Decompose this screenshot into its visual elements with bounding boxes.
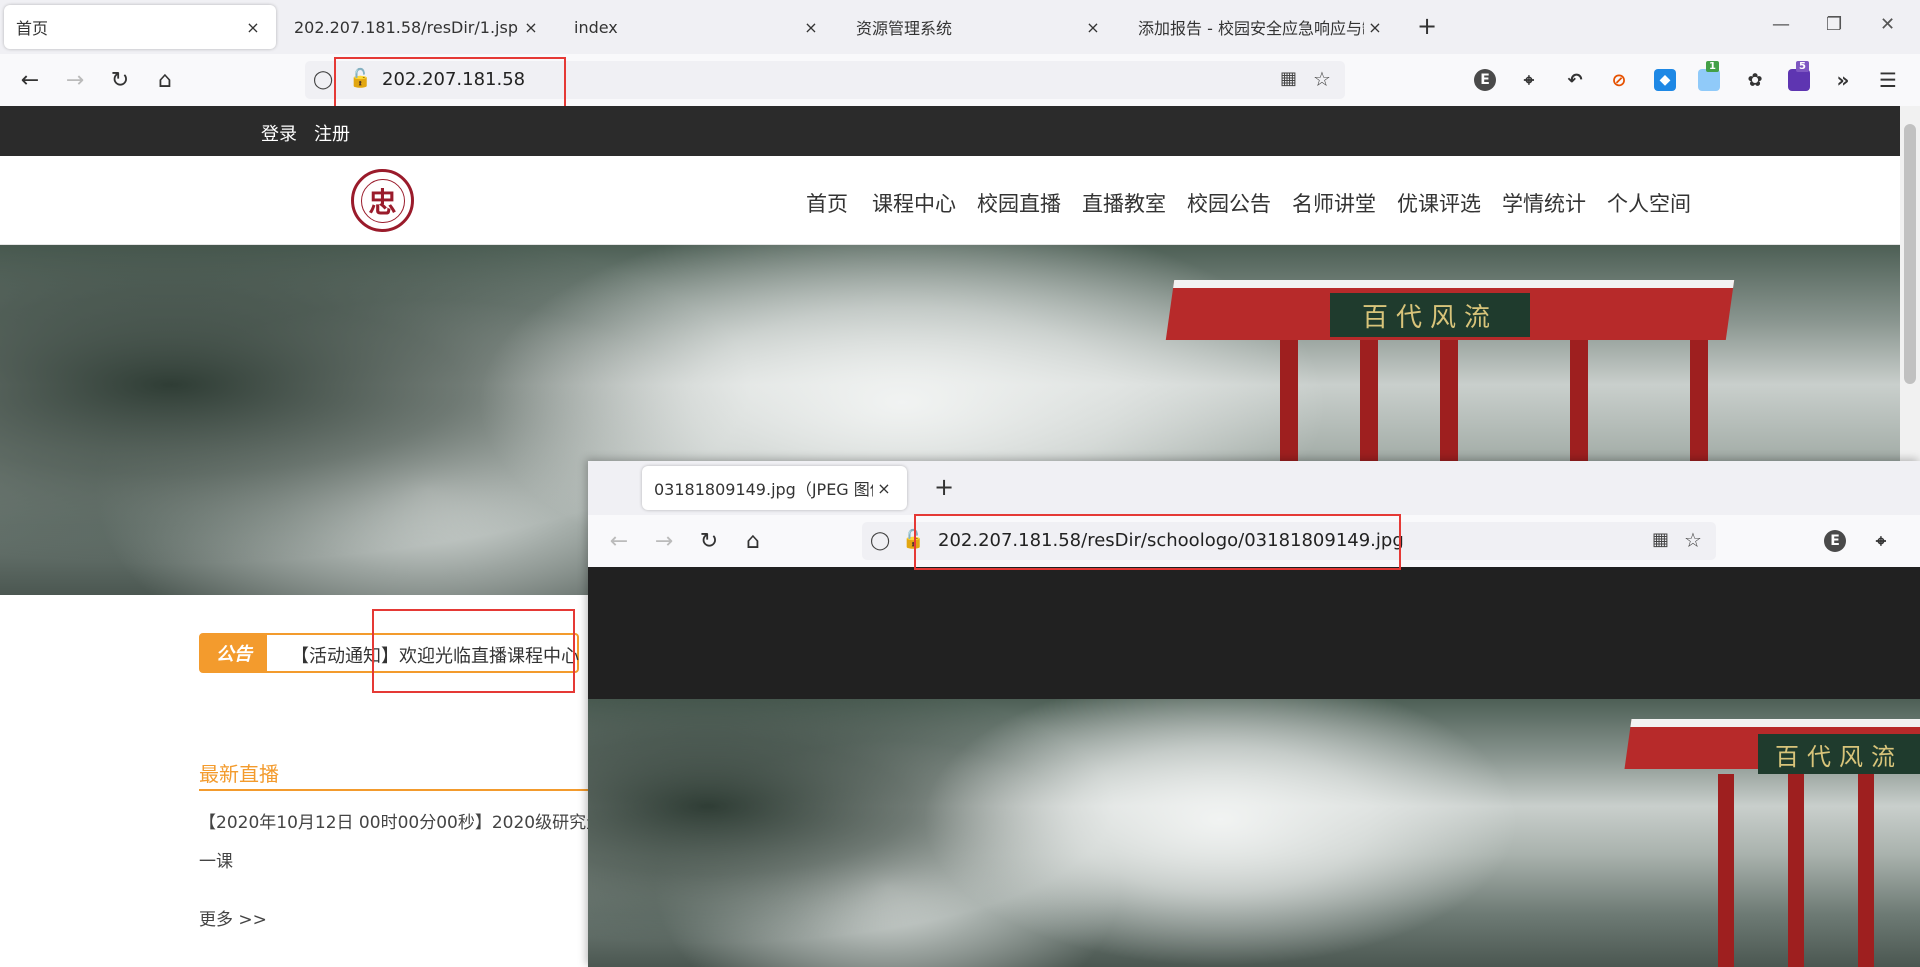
extension-badge: 5 xyxy=(1796,61,1809,72)
tab-strip: 首页 × 202.207.181.58/resDir/1.jsp × index… xyxy=(0,0,1920,54)
school-logo-image[interactable]: 百代风流 xyxy=(588,699,1920,967)
back-icon[interactable]: ← xyxy=(604,526,634,556)
section-divider xyxy=(199,789,589,791)
tab-resource-mgmt[interactable]: 资源管理系统 × xyxy=(844,5,1116,49)
nav-home[interactable]: 首页 xyxy=(806,188,848,218)
nav-famous-teachers[interactable]: 名师讲堂 xyxy=(1292,188,1376,218)
highlight-box-image-url xyxy=(914,514,1401,570)
tab-jsp[interactable]: 202.207.181.58/resDir/1.jsp × xyxy=(282,5,554,49)
image-viewer-canvas: 百代风流 xyxy=(588,567,1920,967)
notice-label: 公告 xyxy=(201,635,267,671)
pavilion-pillar xyxy=(1788,774,1804,967)
register-link[interactable]: 注册 xyxy=(314,120,350,146)
undo-icon[interactable]: ↶ xyxy=(1564,69,1586,91)
forward-icon[interactable]: → xyxy=(649,526,679,556)
qr-code-icon[interactable]: ▦ xyxy=(1652,529,1669,550)
close-tab-icon[interactable]: × xyxy=(1364,18,1386,37)
shield-icon[interactable]: ◯ xyxy=(870,530,890,551)
qr-code-icon[interactable]: ▦ xyxy=(1280,68,1297,89)
scrollbar-thumb[interactable] xyxy=(1904,124,1916,384)
nav-course-center[interactable]: 课程中心 xyxy=(872,188,956,218)
tab-jpeg-image[interactable]: 03181809149.jpg（JPEG 图像，19 × xyxy=(642,466,907,510)
cube-icon[interactable]: ◆ xyxy=(1654,69,1676,91)
tab-title: 资源管理系统 xyxy=(856,19,953,38)
extension-e-icon[interactable]: E xyxy=(1824,530,1846,552)
nav-live-classroom[interactable]: 直播教室 xyxy=(1082,188,1166,218)
navigation-toolbar: ← → ↻ ⌂ ◯ 🔓 202.207.181.58 ▦ ☆ E ⌖ ↶ ⊘ ◆… xyxy=(0,54,1920,106)
purple-extension-icon[interactable]: 5 xyxy=(1788,61,1810,91)
banner-snow xyxy=(921,699,1521,967)
crop-icon[interactable]: ⌖ xyxy=(1870,530,1892,552)
highlight-box-notice xyxy=(372,609,575,693)
live-item-line1[interactable]: 【2020年10月12日 00时00分00秒】2020级研究生 xyxy=(199,808,603,833)
back-icon[interactable]: ← xyxy=(15,65,45,95)
tab-title: 202.207.181.58/resDir/1.jsp xyxy=(294,17,518,37)
home-icon[interactable]: ⌂ xyxy=(150,65,180,95)
forward-icon[interactable]: → xyxy=(60,65,90,95)
nav-course-selection[interactable]: 优课评选 xyxy=(1397,188,1481,218)
minimize-icon[interactable]: — xyxy=(1772,14,1790,35)
window2-tab-strip: 03181809149.jpg（JPEG 图像，19 × + xyxy=(588,461,1920,515)
close-tab-icon[interactable]: × xyxy=(242,18,264,37)
site-navigation: 首页 课程中心 校园直播 直播教室 校园公告 名师讲堂 优课评选 学情统计 个人… xyxy=(0,156,1900,245)
restore-icon[interactable]: ❐ xyxy=(1826,14,1842,35)
bookmark-star-icon[interactable]: ☆ xyxy=(1313,67,1331,91)
shield-icon[interactable]: ◯ xyxy=(313,69,333,90)
nav-campus-live[interactable]: 校园直播 xyxy=(977,188,1061,218)
tab-index[interactable]: index × xyxy=(562,5,834,49)
nav-learning-stats[interactable]: 学情统计 xyxy=(1502,188,1586,218)
bookmark-star-icon[interactable]: ☆ xyxy=(1684,528,1702,552)
tab-home[interactable]: 首页 × xyxy=(4,5,276,49)
new-tab-button[interactable]: + xyxy=(1417,12,1437,40)
reload-icon[interactable]: ↻ xyxy=(105,65,135,95)
overflow-chevron-icon[interactable]: » xyxy=(1832,68,1854,92)
more-link[interactable]: 更多 >> xyxy=(199,905,267,930)
translate-icon[interactable]: 1 xyxy=(1698,61,1720,91)
tab-title: index xyxy=(574,17,618,37)
home-icon[interactable]: ⌂ xyxy=(738,526,768,556)
reload-icon[interactable]: ↻ xyxy=(694,526,724,556)
extension-badge: 1 xyxy=(1706,61,1719,72)
pavilion-sign: 百代风流 xyxy=(1330,293,1530,337)
extension-e-icon[interactable]: E xyxy=(1474,69,1496,91)
crop-icon[interactable]: ⌖ xyxy=(1518,69,1540,91)
pavilion-pillar xyxy=(1718,774,1734,967)
latest-live-title: 最新直播 xyxy=(199,762,279,786)
pavilion-sign: 百代风流 xyxy=(1758,734,1920,774)
close-tab-icon[interactable]: × xyxy=(1082,18,1104,37)
nav-campus-notice[interactable]: 校园公告 xyxy=(1187,188,1271,218)
tab-title: 添加报告 - 校园安全应急响应与缺陷 xyxy=(1138,19,1364,38)
close-tab-icon[interactable]: × xyxy=(520,18,542,37)
live-item-line2[interactable]: 一课 xyxy=(199,847,233,872)
site-top-bar: 登录 注册 xyxy=(0,106,1900,156)
nav-personal-space[interactable]: 个人空间 xyxy=(1607,188,1691,218)
tab-add-report[interactable]: 添加报告 - 校园安全应急响应与缺陷 × xyxy=(1126,5,1398,49)
logo-seal: 忠 xyxy=(360,178,405,223)
close-tab-icon[interactable]: × xyxy=(873,479,895,498)
login-link[interactable]: 登录 xyxy=(261,120,297,146)
cookie-icon[interactable]: ✿ xyxy=(1744,69,1766,91)
window-close-icon[interactable]: ✕ xyxy=(1880,14,1895,35)
university-logo[interactable]: 忠 xyxy=(351,169,414,232)
menu-icon[interactable]: ☰ xyxy=(1877,68,1899,92)
block-icon[interactable]: ⊘ xyxy=(1608,69,1630,91)
tab-title: 03181809149.jpg（JPEG 图像，19 xyxy=(654,480,873,499)
tab-title: 首页 xyxy=(16,19,49,38)
new-tab-button[interactable]: + xyxy=(934,473,954,501)
close-tab-icon[interactable]: × xyxy=(800,18,822,37)
pavilion-pillar xyxy=(1858,774,1874,967)
